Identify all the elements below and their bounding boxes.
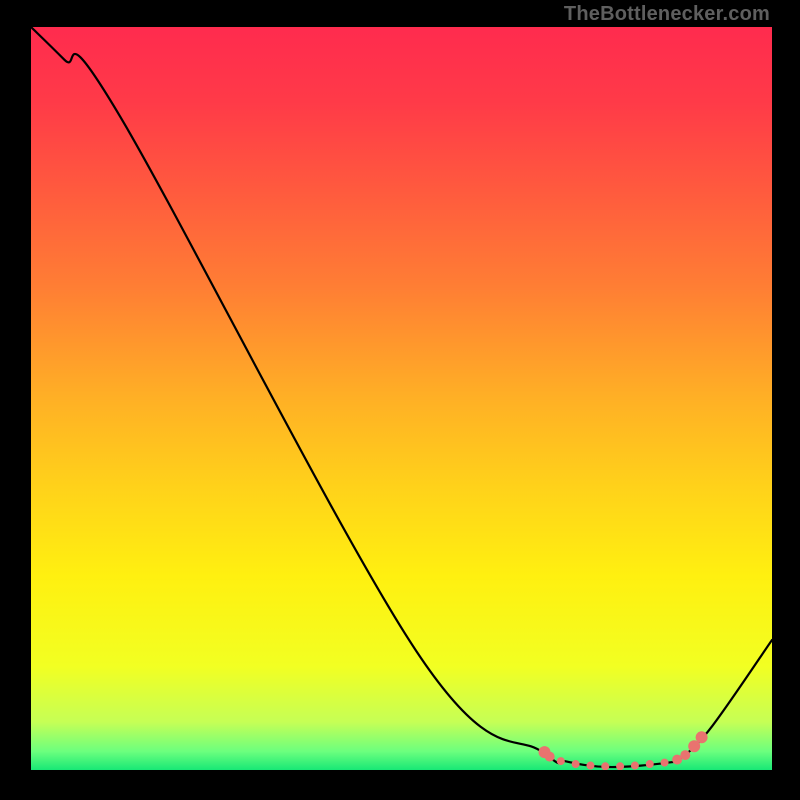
watermark-text: TheBottlenecker.com	[564, 3, 770, 26]
curve-marker	[616, 762, 624, 770]
curve-marker	[557, 757, 565, 765]
stage: TheBottlenecker.com	[0, 0, 800, 800]
bottleneck-curve	[31, 27, 772, 767]
marker-group	[539, 731, 708, 770]
curve-marker	[545, 752, 555, 762]
chart-canvas	[31, 27, 772, 770]
curve-marker	[601, 762, 609, 770]
curve-marker	[661, 759, 669, 767]
curve-marker	[646, 760, 654, 768]
plot-area	[31, 27, 772, 770]
curve-marker	[586, 762, 594, 770]
curve-marker	[572, 760, 580, 768]
curve-marker	[696, 731, 708, 743]
curve-marker	[631, 762, 639, 770]
curve-marker	[680, 750, 690, 760]
